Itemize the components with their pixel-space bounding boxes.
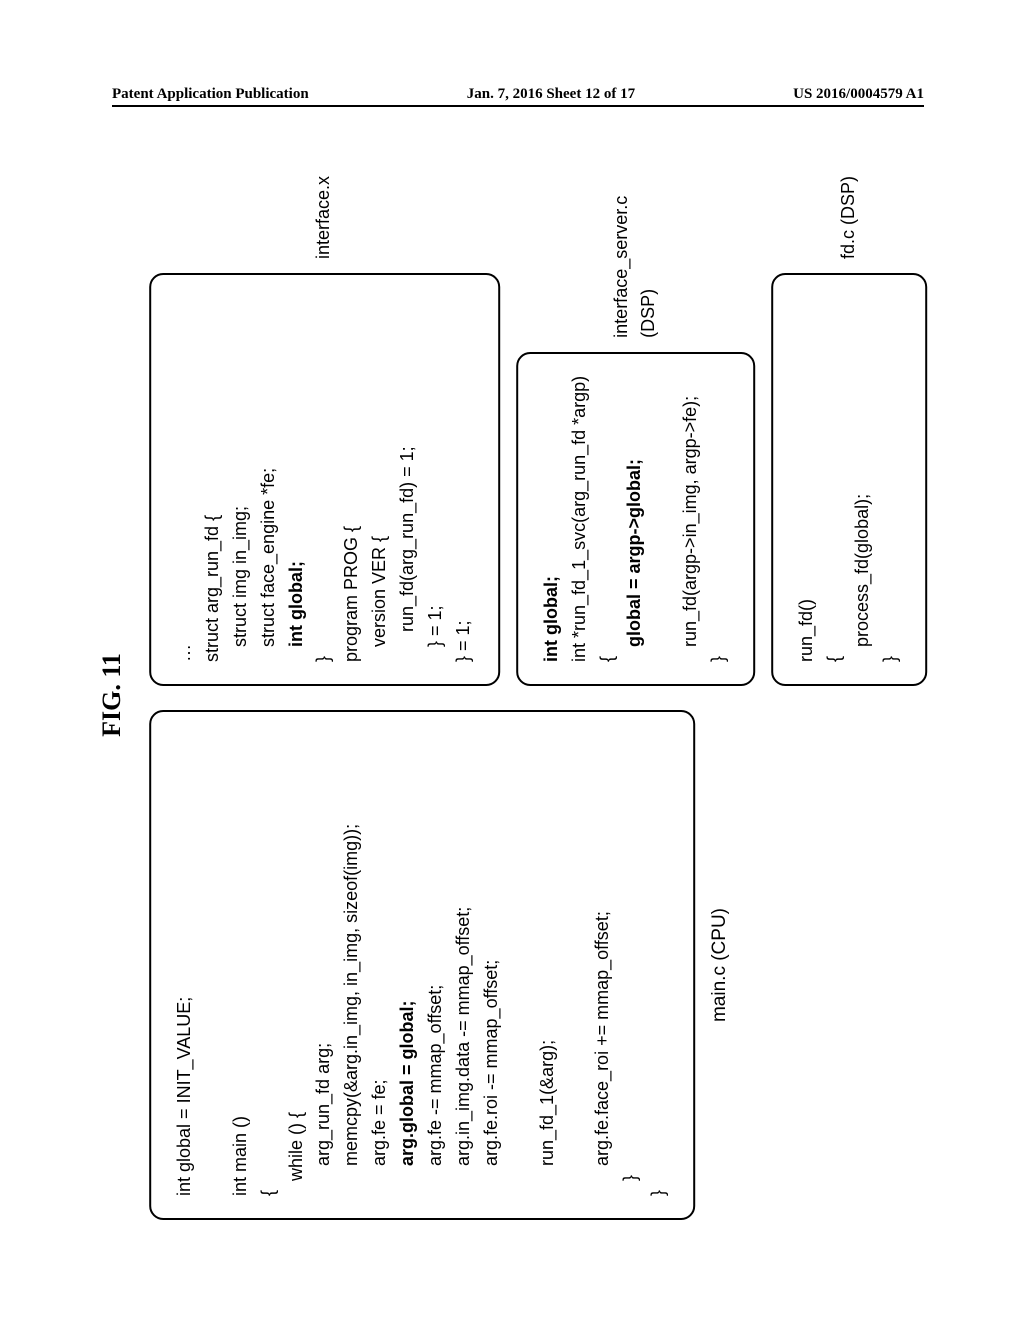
header-center: Jan. 7, 2016 Sheet 12 of 17 <box>467 86 635 103</box>
interface-server-label: interface_server.c (DSP) <box>608 176 664 338</box>
header-left: Patent Application Publication <box>112 86 309 103</box>
figure-rotated-container: FIG. 11 int global = INIT_VALUE; int mai… <box>0 295 1024 1095</box>
figure-title: FIG. 11 <box>97 170 127 1220</box>
left-column: int global = INIT_VALUE; int main () { w… <box>149 710 927 1220</box>
interface-x-label: interface.x <box>311 176 339 259</box>
right-column: … struct arg_run_fd { struct img in_img;… <box>149 176 927 686</box>
header-right: US 2016/0004579 A1 <box>793 86 924 103</box>
fd-c-code-card: run_fd() { process_fd(global); } <box>771 273 927 686</box>
interface-x-code-card: … struct arg_run_fd { struct img in_img;… <box>149 273 500 686</box>
main-c-code-card: int global = INIT_VALUE; int main () { w… <box>149 710 695 1220</box>
main-c-label: main.c (CPU) <box>705 710 734 1220</box>
fd-c-label: fd.c (DSP) <box>835 176 863 259</box>
interface-server-code-card: int global; int *run_fd_1_svc(arg_run_fd… <box>516 352 755 686</box>
page-header: Patent Application Publication Jan. 7, 2… <box>112 86 924 107</box>
